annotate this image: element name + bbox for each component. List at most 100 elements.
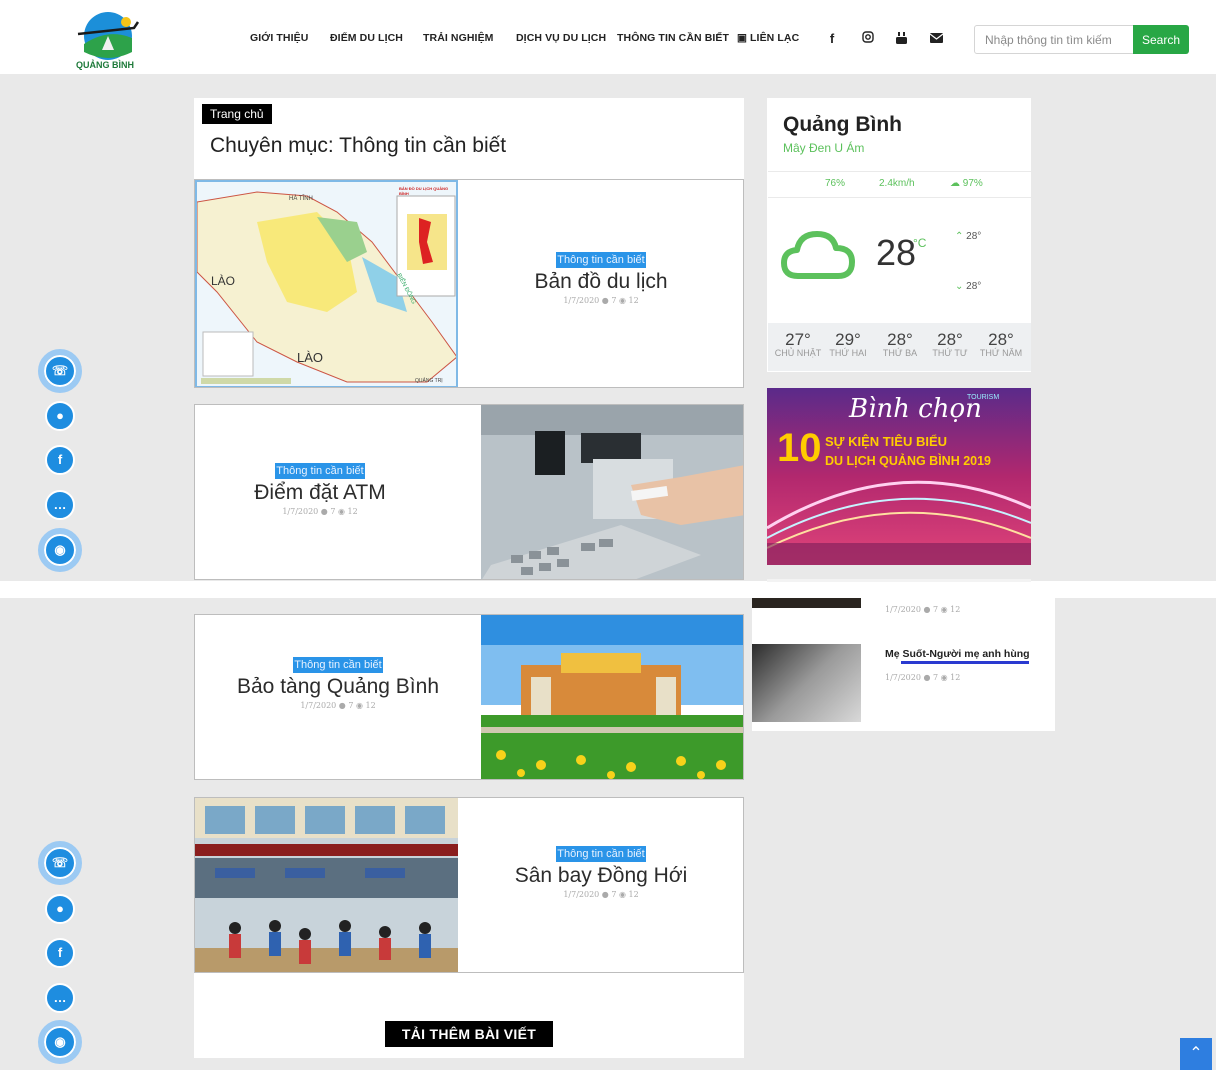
article-text: Thông tin cần biết Bảo tàng Quảng Bình 1…: [195, 655, 481, 710]
logo-text: QUẢNG BÌNH: [76, 60, 134, 70]
cloud-icon: [781, 231, 855, 279]
wechat-icon[interactable]: ●: [45, 894, 75, 924]
nav-diem-du-lich[interactable]: ĐIỂM DU LỊCH: [330, 32, 403, 44]
cloud-value: ☁ 97%: [950, 178, 983, 189]
forecast-day: 29° THỨ HAI: [822, 330, 874, 358]
contact-float-button[interactable]: ◉: [38, 1020, 82, 1064]
forecast-temp: 28°: [988, 330, 1014, 349]
breadcrumb[interactable]: Trang chủ: [202, 104, 272, 124]
whatsapp-icon: ☏: [44, 355, 76, 387]
cloud-small-icon: ☁: [950, 178, 960, 189]
temperature-unit: °C: [913, 236, 927, 250]
article-text: Thông tin cần biết Bản đồ du lịch 1/7/20…: [458, 250, 743, 305]
article-card[interactable]: HÀ TĨNH LÀO LÀO BIỂN ĐÔNG QUẢNG TRỊ BẢN …: [194, 179, 744, 388]
category-tag[interactable]: Thông tin cần biết: [275, 463, 365, 479]
cloud-percent: 97%: [962, 178, 983, 189]
article-meta: 1/7/2020 ● 7 ◉ 12: [300, 701, 376, 710]
article-text: Thông tin cần biết Sân bay Đồng Hới 1/7/…: [458, 844, 743, 899]
article-meta: 1/7/2020 ● 7 ◉ 12: [563, 890, 639, 899]
article-title[interactable]: Bản đồ du lịch: [458, 270, 743, 294]
post-meta: 1/7/2020 ● 7 ◉ 12: [885, 673, 961, 682]
forecast-day-label: THỨ TƯ: [932, 348, 968, 358]
map-label-lao-1: LÀO: [211, 274, 236, 288]
forecast-day-label: THỨ NĂM: [979, 348, 1023, 358]
scroll-to-top-button[interactable]: ⌃: [1180, 1038, 1212, 1070]
nav-trai-nghiem[interactable]: TRẢI NGHIỆM: [423, 32, 494, 44]
arrow-down-icon: ⌄: [955, 281, 964, 292]
nav-lien-lac-label: LIÊN LẠC: [750, 32, 800, 44]
category-tag[interactable]: Thông tin cần biết: [556, 846, 646, 862]
nav-lien-lac[interactable]: ▣ LIÊN LẠC: [737, 32, 799, 44]
high-temp: ⌃ 28°: [955, 231, 981, 242]
museum-image: [481, 615, 743, 779]
load-more-button[interactable]: TẢI THÊM BÀI VIẾT: [385, 1021, 553, 1047]
mail-icon[interactable]: [928, 31, 944, 47]
article-title[interactable]: Bảo tàng Quảng Bình: [195, 675, 481, 699]
article-card[interactable]: Thông tin cần biết Điểm đặt ATM 1/7/2020…: [194, 404, 744, 580]
chevron-up-icon: ⌃: [1189, 1045, 1203, 1062]
map-image: HÀ TĨNH LÀO LÀO BIỂN ĐÔNG QUẢNG TRỊ BẢN …: [195, 180, 458, 387]
map-label-lao-2: LÀO: [297, 350, 324, 365]
instagram-icon[interactable]: [860, 31, 876, 47]
divider: [767, 579, 1031, 582]
map-title: BẢN ĐỒ DU LỊCH QUẢNG BÌNH: [399, 186, 449, 196]
banner-title: Bình chọn: [849, 394, 982, 424]
facebook-icon[interactable]: f: [824, 31, 840, 47]
whatsapp-float-button[interactable]: ☏: [38, 841, 82, 885]
forecast-day-label: THỨ BA: [882, 348, 918, 358]
search-button[interactable]: Search: [1133, 25, 1189, 54]
site-header: QUẢNG BÌNH GIỚI THIỆU ĐIỂM DU LỊCH TRẢI …: [0, 0, 1216, 74]
forecast-temp: 29°: [835, 330, 861, 349]
event-banner[interactable]: Bình chọn TOURISM 10 SỰ KIỆN TIÊU BIỂU D…: [767, 388, 1031, 565]
user-icon: ◉: [44, 1026, 76, 1058]
contact-card-icon: ▣: [737, 32, 751, 44]
post-thumbnail[interactable]: [752, 598, 861, 608]
page-title: Chuyên mục: Thông tin cần biết: [210, 134, 507, 157]
article-text: Thông tin cần biết Điểm đặt ATM 1/7/2020…: [195, 461, 445, 516]
map-label-quang-tri: QUẢNG TRỊ: [415, 378, 443, 384]
arrow-up-icon: ⌃: [955, 231, 964, 242]
category-tag[interactable]: Thông tin cần biết: [293, 657, 383, 673]
chat-icon[interactable]: …: [45, 983, 75, 1013]
high-temp-value: 28°: [966, 231, 982, 242]
weather-condition: Mây Đen U Ám: [783, 141, 865, 155]
divider: [768, 171, 1031, 172]
search-input[interactable]: [974, 25, 1134, 54]
banner-line3: DU LỊCH QUẢNG BÌNH 2019: [825, 454, 991, 468]
forecast-day: 28° THỨ NĂM: [975, 330, 1027, 358]
wechat-icon[interactable]: ●: [45, 401, 75, 431]
forecast-day-label: THỨ HAI: [829, 348, 867, 358]
post-underline: [901, 661, 1029, 664]
article-card[interactable]: Thông tin cần biết Bảo tàng Quảng Bình 1…: [194, 614, 744, 780]
nav-thong-tin[interactable]: THÔNG TIN CẦN BIẾT: [617, 32, 729, 44]
low-temp: ⌄ 28°: [955, 281, 981, 292]
banner-line2: SỰ KIỆN TIÊU BIỂU: [825, 434, 948, 449]
nav-gioi-thieu[interactable]: GIỚI THIỆU: [250, 32, 308, 44]
forecast-temp: 28°: [937, 330, 963, 349]
whatsapp-icon: ☏: [44, 847, 76, 879]
chat-icon[interactable]: …: [45, 490, 75, 520]
category-tag[interactable]: Thông tin cần biết: [556, 252, 646, 268]
article-title[interactable]: Sân bay Đồng Hới: [458, 864, 743, 888]
banner-number: 10: [777, 426, 822, 470]
low-temp-value: 28°: [966, 281, 982, 292]
user-icon: ◉: [44, 534, 76, 566]
airport-image: [195, 798, 458, 972]
contact-float-button[interactable]: ◉: [38, 528, 82, 572]
post-title[interactable]: Mẹ Suốt-Người mẹ anh hùng: [885, 648, 1030, 660]
current-temperature: 28: [876, 232, 917, 273]
article-title[interactable]: Điểm đặt ATM: [195, 481, 445, 505]
atm-image: [481, 405, 743, 579]
facebook-messenger-icon[interactable]: f: [45, 938, 75, 968]
post-thumbnail[interactable]: [752, 644, 861, 722]
forecast-day: 28° THỨ BA: [874, 330, 926, 358]
facebook-messenger-icon[interactable]: f: [45, 445, 75, 475]
youtube-icon[interactable]: [893, 31, 909, 47]
forecast-temp: 27°: [785, 330, 811, 349]
whatsapp-float-button[interactable]: ☏: [38, 349, 82, 393]
nav-dich-vu[interactable]: DỊCH VỤ DU LỊCH: [516, 32, 606, 44]
divider: [768, 197, 1031, 198]
post-meta: 1/7/2020 ● 7 ◉ 12: [885, 605, 961, 614]
forecast-temp: 28°: [887, 330, 913, 349]
article-card[interactable]: Thông tin cần biết Sân bay Đồng Hới 1/7/…: [194, 797, 744, 973]
